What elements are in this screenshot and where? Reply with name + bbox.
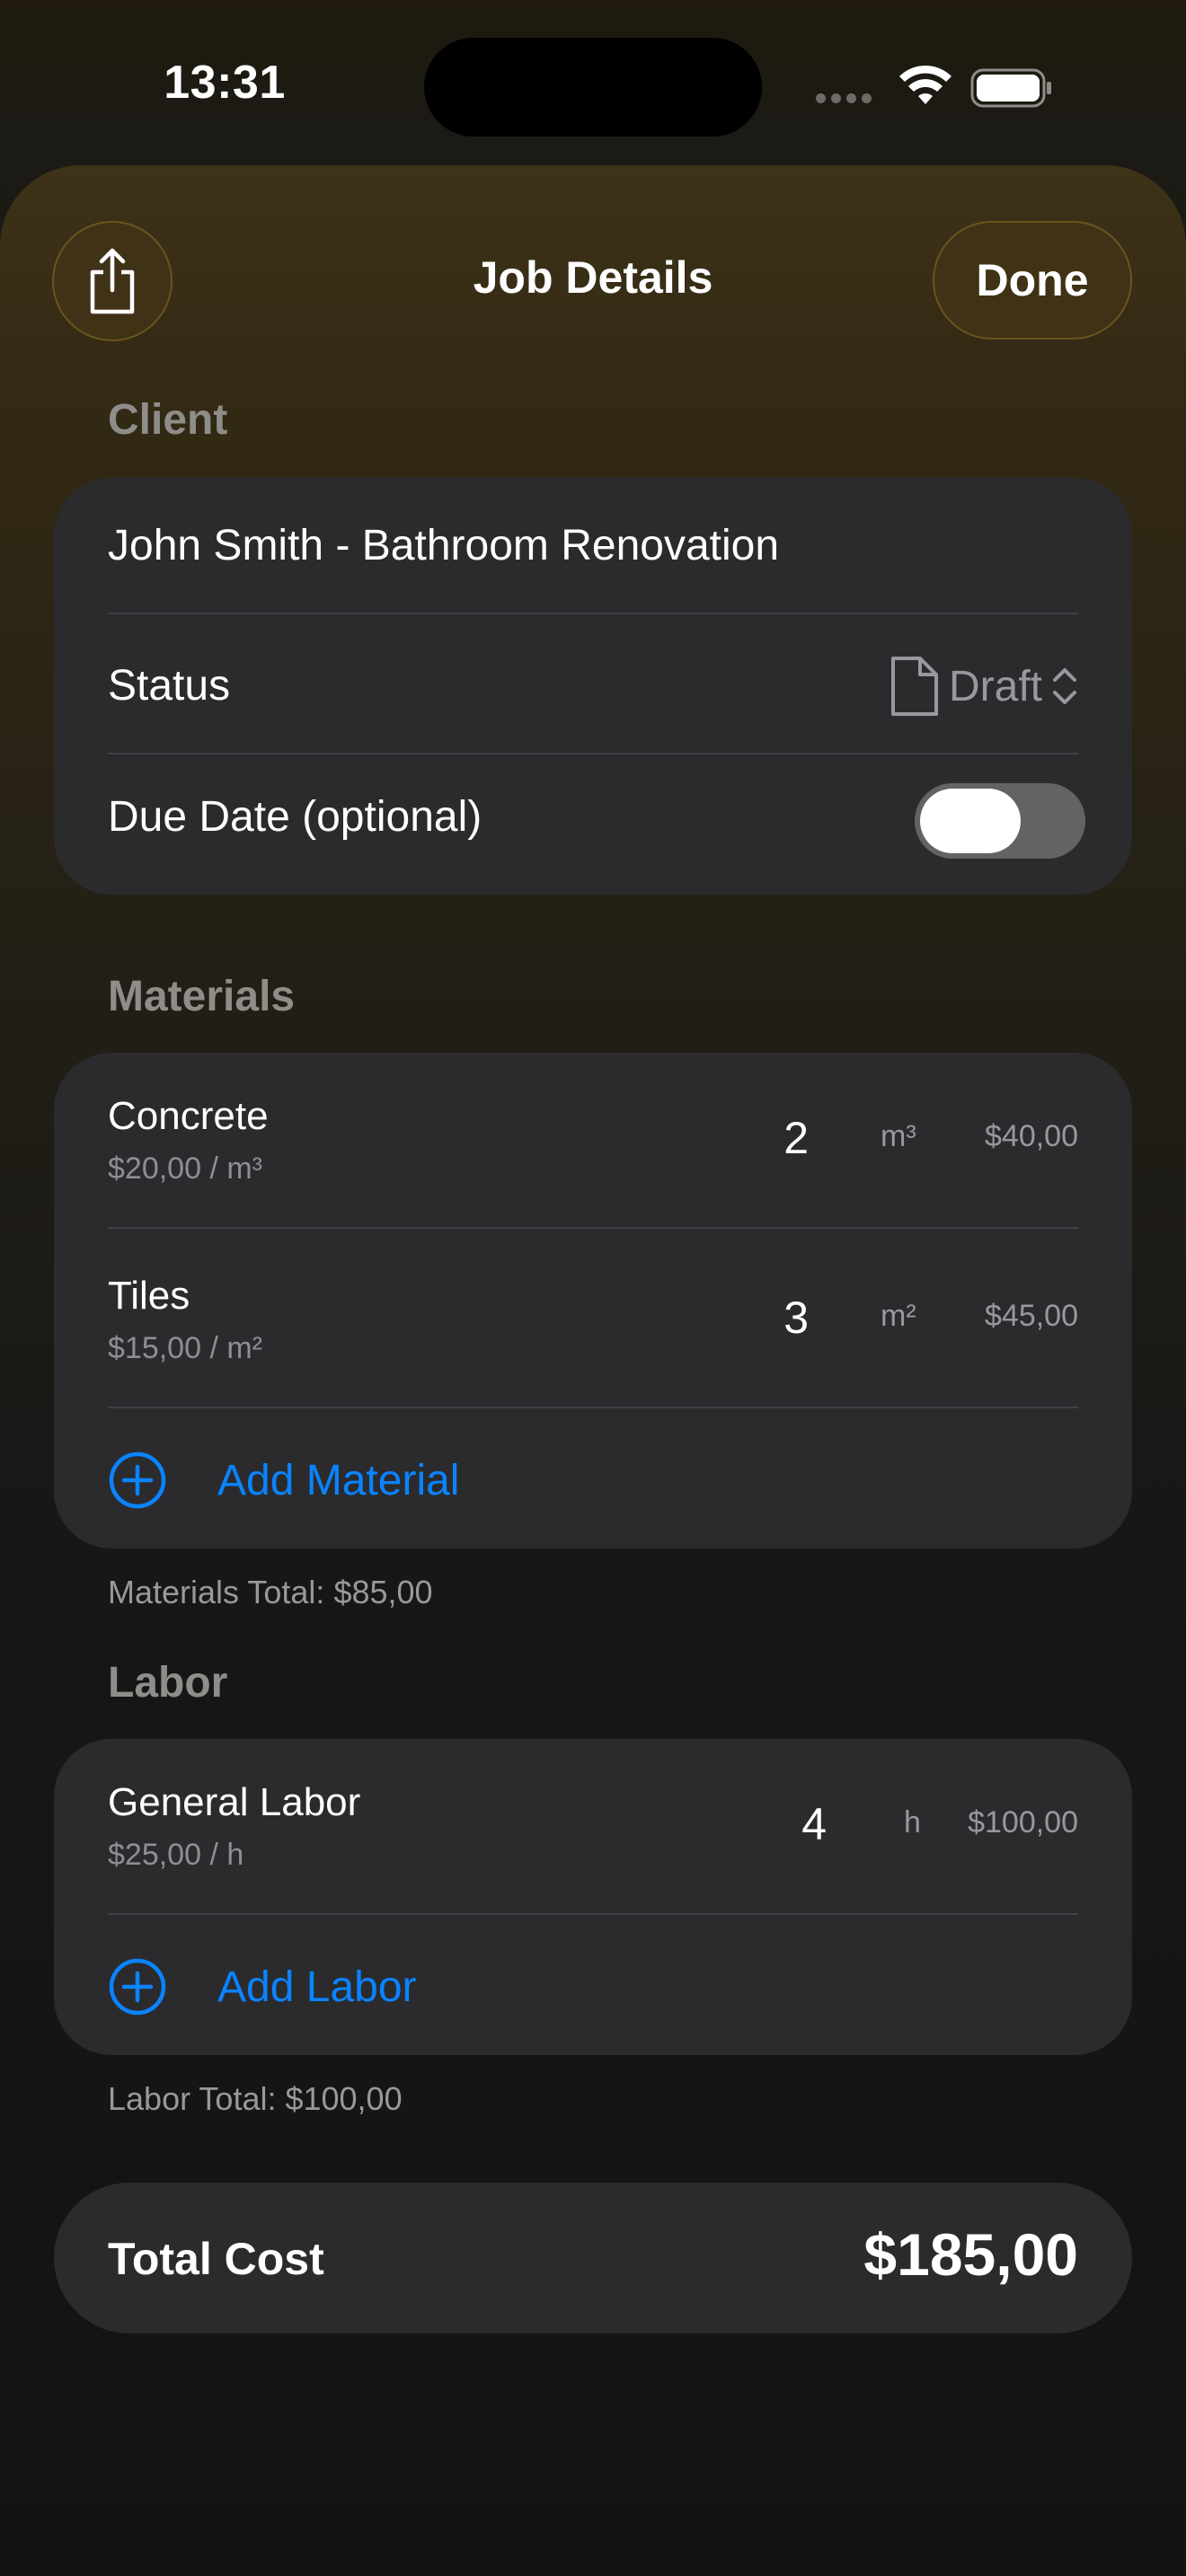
material-quantity[interactable]: 3 [783,1292,809,1344]
material-line-total: $45,00 [985,1299,1078,1333]
client-section-header: Client [108,396,228,444]
cellular-signal-icon [816,92,877,108]
plus-circle-icon [109,1451,166,1509]
divider [108,1913,1078,1915]
divider [108,753,1078,754]
wifi-icon [899,65,951,104]
plus-circle-icon [109,1958,166,2016]
status-value: Draft [948,662,1042,710]
status-picker[interactable]: Draft [890,650,1078,722]
material-unit-price: $20,00 / m³ [108,1151,262,1186]
labor-name: General Labor [108,1780,361,1824]
material-quantity[interactable]: 2 [783,1112,809,1164]
share-button[interactable] [52,221,173,341]
total-cost-value: $185,00 [863,2221,1078,2288]
labor-unit: h [904,1805,921,1839]
due-date-row: Due Date (optional) [108,783,1085,859]
total-cost-card: Total Cost $185,00 [54,2183,1132,2333]
material-name: Concrete [108,1094,269,1138]
divider [108,1227,1078,1229]
chevron-up-down-icon [1053,668,1076,704]
page-title: Job Details [473,252,713,303]
divider [108,1407,1078,1408]
job-name-field[interactable]: John Smith - Bathroom Renovation [108,521,1078,584]
materials-section-header: Materials [108,973,296,1020]
add-material-label: Add Material [217,1456,460,1504]
material-name: Tiles [108,1274,190,1318]
material-unit: m² [881,1299,916,1333]
labor-line-total: $100,00 [968,1805,1078,1839]
screen: 13:31 Job Details Done Client John Smith [0,0,1186,2576]
client-card: John Smith - Bathroom Renovation Status … [54,478,1132,895]
labor-unit-price: $25,00 / h [108,1838,244,1872]
done-button[interactable]: Done [933,221,1132,340]
materials-total: Materials Total: $85,00 [108,1574,433,1610]
status-time: 13:31 [164,57,286,109]
material-row-tiles[interactable]: Tiles $15,00 / m² 3 m² $45,00 [108,1274,1078,1381]
document-icon [890,657,938,716]
toggle-knob [920,789,1021,853]
materials-card: Concrete $20,00 / m³ 2 m³ $40,00 Tiles $… [54,1053,1132,1548]
material-line-total: $40,00 [985,1119,1078,1153]
status-icons [816,65,1076,108]
total-cost-label: Total Cost [108,2234,324,2284]
material-unit-price: $15,00 / m² [108,1331,262,1365]
add-material-button[interactable]: Add Material [108,1444,1078,1516]
labor-section-header: Labor [108,1659,228,1707]
labor-card: General Labor $25,00 / h 4 h $100,00 Add… [54,1739,1132,2055]
dynamic-island [424,38,762,137]
share-icon [90,248,135,314]
labor-total: Labor Total: $100,00 [108,2080,403,2117]
divider [108,613,1078,614]
material-row-concrete[interactable]: Concrete $20,00 / m³ 2 m³ $40,00 [108,1094,1078,1202]
battery-icon [970,68,1051,108]
labor-row-general[interactable]: General Labor $25,00 / h 4 h $100,00 [108,1780,1078,1888]
due-date-toggle[interactable] [915,783,1085,859]
job-name-text: John Smith - Bathroom Renovation [108,522,780,569]
add-labor-button[interactable]: Add Labor [108,1951,1078,2023]
add-labor-label: Add Labor [217,1963,417,2011]
labor-quantity[interactable]: 4 [801,1798,827,1850]
material-unit: m³ [881,1119,916,1153]
status-row: Status Draft [108,650,1078,722]
